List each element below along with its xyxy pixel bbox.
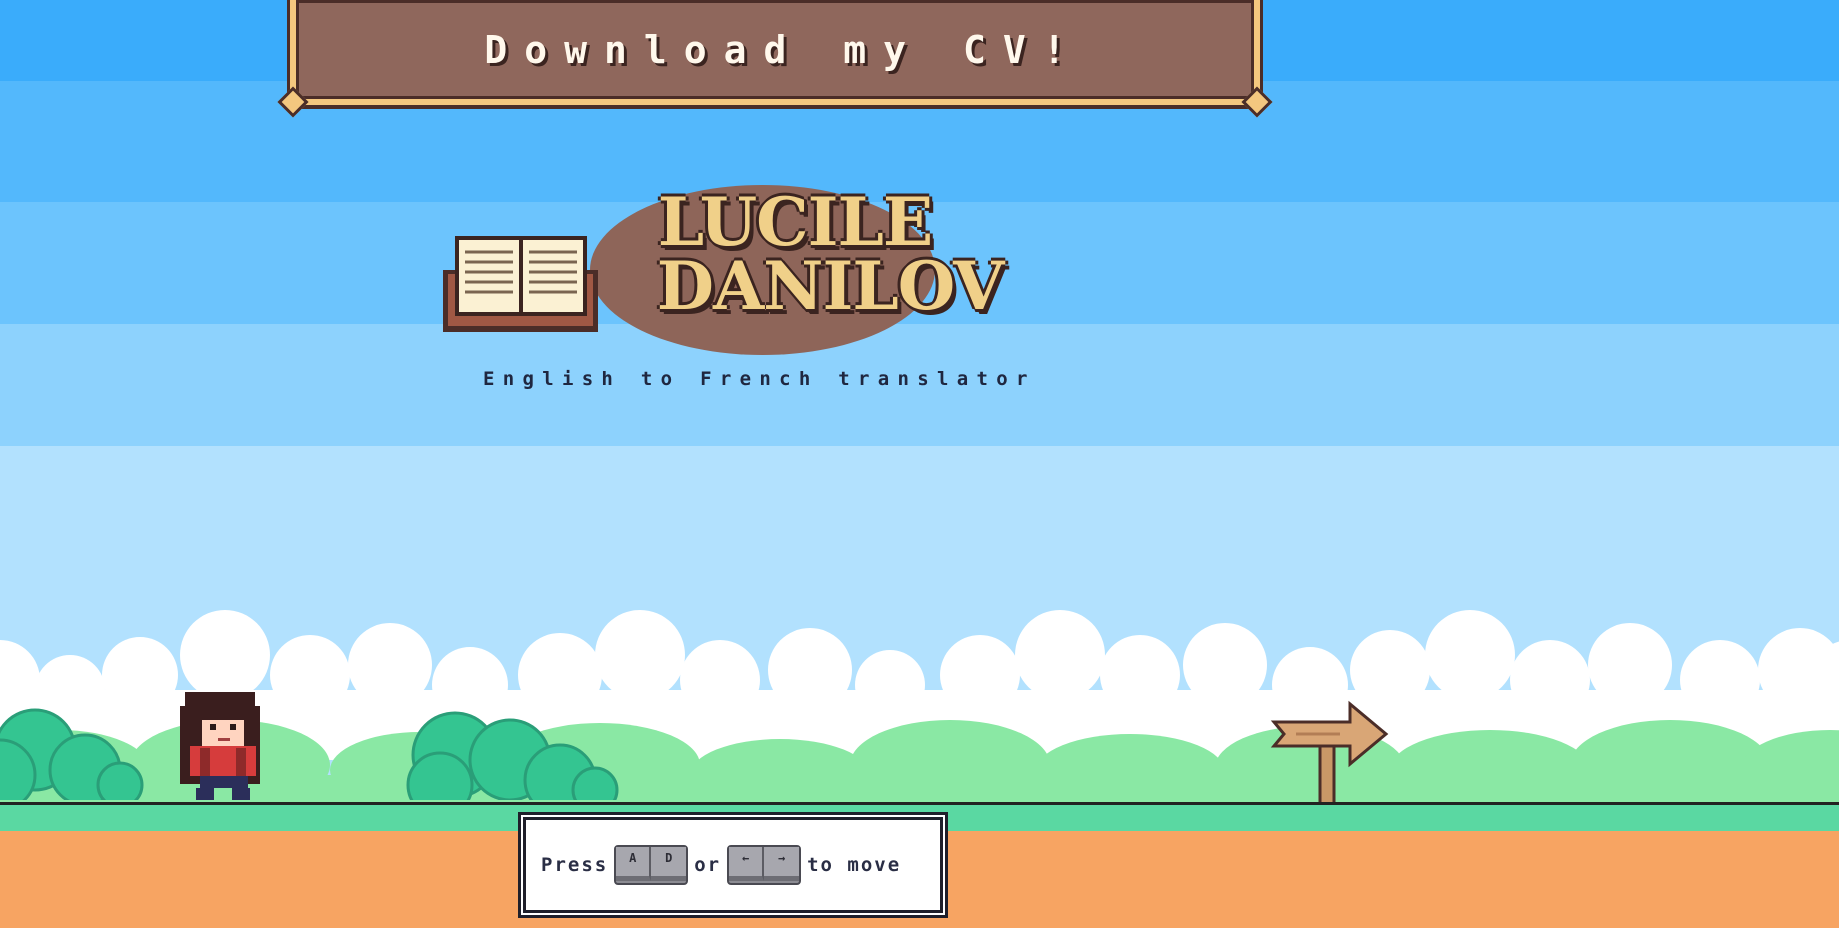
download-cv-button[interactable]: Download my CV!: [287, 0, 1263, 108]
player-character: [180, 692, 260, 800]
hint-suffix: to move: [807, 854, 902, 876]
key-d: D: [651, 847, 687, 881]
arrow-keys: ← →: [727, 845, 802, 885]
open-book-icon: [443, 236, 598, 332]
logo-subtitle: English to French translator: [483, 368, 1036, 390]
site-logo: LUCILE DANILOV: [440, 180, 1004, 360]
logo-last-name: DANILOV: [656, 247, 1005, 325]
hint-press: Press: [541, 854, 609, 876]
logo-name: LUCILE DANILOV: [585, 183, 1005, 325]
logo-first-name: LUCILE: [657, 183, 933, 261]
letter-keys: A D: [614, 845, 689, 885]
key-a: A: [616, 847, 652, 881]
arrow-left-icon: ←: [729, 847, 765, 881]
download-cv-label: Download my CV!: [484, 27, 1083, 72]
arrow-right-icon: →: [764, 847, 800, 881]
hint-or: or: [694, 854, 722, 876]
controls-hint: Press A D or ← → to move: [523, 817, 943, 913]
